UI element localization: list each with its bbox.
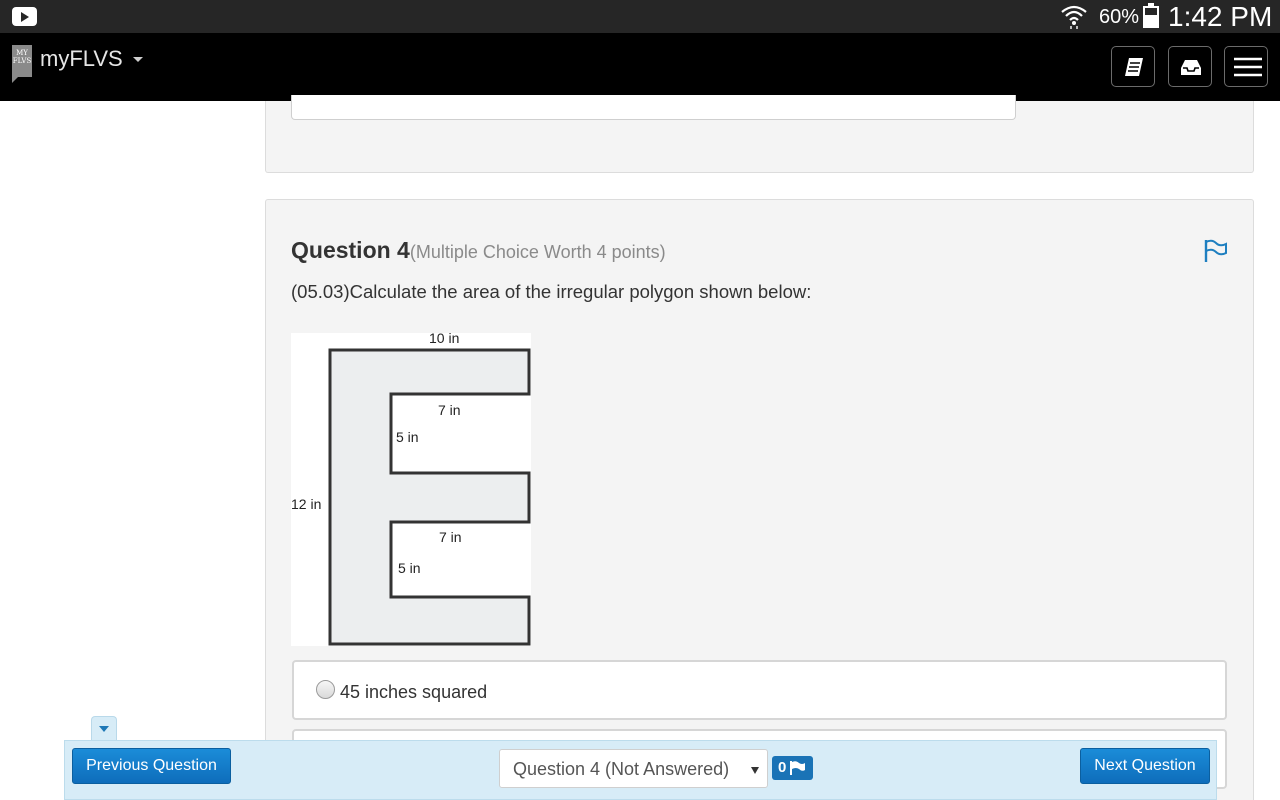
menu-button[interactable] [1224,46,1268,87]
app-name[interactable]: myFLVS [40,46,123,72]
answer-choice[interactable]: 45 inches squared [292,660,1227,720]
inbox-icon [1181,60,1201,75]
youtube-notification-icon [12,7,37,26]
wifi-icon [1061,5,1087,29]
label-top: 10 in [429,333,459,346]
answer-choice-label: 45 inches squared [340,682,488,702]
e-shaped-polygon: 10 in 7 in 5 in 12 in 7 in 5 in [291,330,531,646]
question-select-value: Question 4 (Not Answered) [513,759,730,779]
inbox-button[interactable] [1168,46,1212,87]
flag-count-badge[interactable]: 0 [772,756,813,780]
expand-navigation-button[interactable] [91,716,117,741]
radio-button[interactable] [316,680,335,699]
label-lower-inner-width: 7 in [439,529,462,545]
label-lower-notch-height: 5 in [398,560,421,576]
gradebook-button[interactable] [1111,46,1155,87]
label-upper-notch-height: 5 in [396,429,419,445]
battery-icon [1143,3,1159,28]
flag-count-value: 0 [778,759,787,776]
question-select[interactable]: Question 4 (Not Answered) [499,749,768,788]
chevron-down-icon[interactable] [133,57,143,62]
book-icon [1125,58,1143,76]
question-navigation-bar: Previous Question Question 4 (Not Answer… [64,740,1217,800]
question-number: Question 4 [291,237,410,263]
polygon-figure: 10 in 7 in 5 in 12 in 7 in 5 in [291,330,531,646]
next-question-button[interactable]: Next Question [1080,748,1210,784]
clock: 1:42 PM [1168,1,1273,32]
app-header: MY FLVS myFLVS [0,33,1280,101]
screen: 60% 1:42 PM MY FLVS myFLVS Question 4(Mu… [0,0,1280,800]
previous-answer-choice[interactable] [291,95,1016,120]
status-bar: 60% 1:42 PM [0,0,1280,33]
logo-badge-text: MY FLVS [12,49,32,65]
label-upper-inner-width: 7 in [438,402,461,418]
label-left-height: 12 in [291,496,321,512]
battery-percent: 60% [1099,6,1140,28]
flag-icon [790,761,805,775]
question-meta: (Multiple Choice Worth 4 points) [409,242,666,262]
dropdown-caret-icon [751,767,759,774]
previous-question-button[interactable]: Previous Question [72,748,231,784]
hamburger-menu-icon [1234,57,1262,77]
question-text: (05.03)Calculate the area of the irregul… [291,281,812,302]
flag-question-icon[interactable] [1203,238,1229,264]
question-heading: Question 4(Multiple Choice Worth 4 point… [291,237,666,264]
myflvs-logo-icon[interactable]: MY FLVS [12,45,32,83]
